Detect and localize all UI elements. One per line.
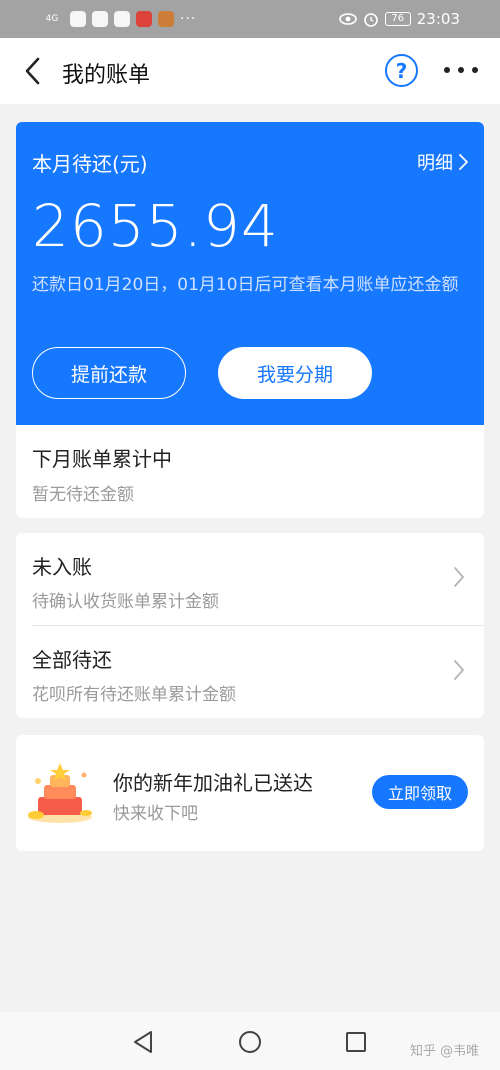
due-date-note: 还款日01月20日，01月10日后可查看本月账单应还金额 — [32, 275, 459, 295]
alarm-icon — [363, 11, 379, 27]
promo-title: 你的新年加油礼已送达 — [113, 771, 313, 795]
promo-card: 你的新年加油礼已送达 快来收下吧 立即领取 — [16, 735, 484, 851]
bill-list-card: 未入账 待确认收货账单累计金额 全部待还 花呗所有待还账单累计金额 — [16, 533, 484, 718]
dot-icon — [444, 67, 450, 73]
prepay-button[interactable]: 提前还款 — [32, 347, 186, 399]
app-notification-icon — [158, 11, 174, 27]
list-item-unposted[interactable]: 未入账 待确认收货账单累计金额 — [16, 533, 484, 625]
amount-due: 2655.94 — [32, 192, 279, 260]
claim-now-button[interactable]: 立即领取 — [372, 775, 468, 809]
gift-cake-icon — [28, 763, 92, 823]
app-notification-icon — [136, 11, 152, 27]
status-left: 4G ··· — [40, 11, 196, 27]
current-bill-card: 本月待还(元) 明细 2655.94 还款日01月20日，01月10日后可查看本… — [16, 122, 484, 425]
chevron-right-icon — [459, 154, 468, 170]
more-options-button[interactable] — [444, 60, 478, 80]
chevron-right-icon — [454, 660, 464, 680]
promo-subtitle: 快来收下吧 — [113, 804, 198, 824]
question-icon: ? — [395, 58, 408, 83]
list-item-title: 全部待还 — [32, 648, 112, 672]
app-notification-icon — [70, 11, 86, 27]
bill-label: 本月待还(元) — [32, 152, 148, 176]
watermark: 知乎 @韦唯 — [410, 1044, 480, 1059]
list-item-all-due[interactable]: 全部待还 花呗所有待还账单累计金额 — [16, 626, 484, 718]
next-month-card: 下月账单累计中 暂无待还金额 — [16, 425, 484, 518]
nav-home-icon[interactable] — [238, 1030, 262, 1054]
signal-icon: 4G — [45, 13, 59, 24]
next-month-subtitle: 暂无待还金额 — [32, 485, 134, 505]
detail-link[interactable]: 明细 — [417, 149, 468, 175]
list-item-subtitle: 花呗所有待还账单累计金额 — [32, 685, 236, 705]
nav-back-icon[interactable] — [132, 1030, 154, 1054]
more-notifications-icon: ··· — [180, 11, 197, 27]
back-button[interactable] — [20, 56, 44, 86]
chevron-left-icon — [25, 57, 40, 85]
clock: 23:03 — [416, 10, 460, 28]
dot-icon — [472, 67, 478, 73]
dot-icon — [458, 67, 464, 73]
battery-icon: 76 — [384, 12, 411, 26]
status-right: 76 23:03 — [338, 10, 460, 28]
detail-label: 明细 — [417, 153, 453, 174]
nav-recents-icon[interactable] — [345, 1031, 367, 1053]
nav-bar: 我的账单 ? — [0, 38, 500, 104]
eye-icon — [338, 12, 357, 26]
list-item-subtitle: 待确认收货账单累计金额 — [32, 592, 219, 612]
wechat-icon — [114, 11, 130, 27]
installment-button[interactable]: 我要分期 — [218, 347, 372, 399]
chevron-right-icon — [454, 567, 464, 587]
page-title: 我的账单 — [62, 63, 151, 88]
next-month-title: 下月账单累计中 — [32, 447, 172, 471]
help-button[interactable]: ? — [385, 54, 418, 87]
app-notification-icon — [92, 11, 108, 27]
status-bar: 4G ··· 76 23:03 — [0, 0, 500, 38]
list-item-title: 未入账 — [32, 555, 92, 579]
